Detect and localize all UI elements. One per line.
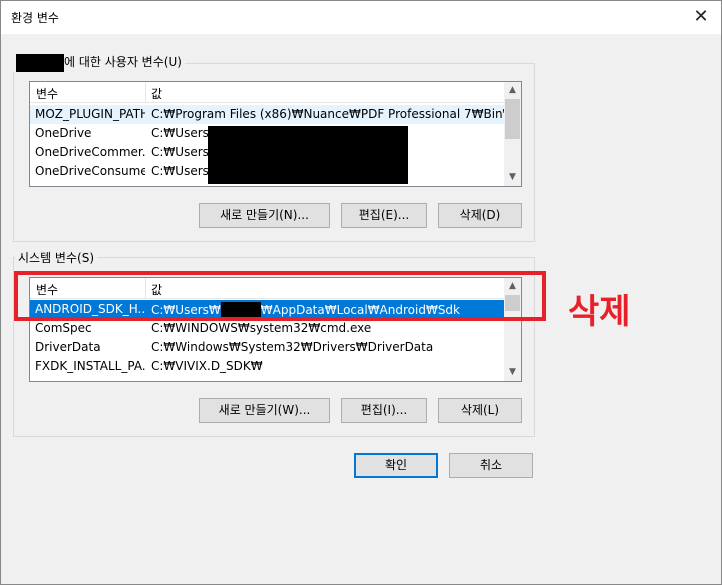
list-item[interactable]: DriverData C:₩Windows₩System32₩Drivers₩D… xyxy=(30,338,504,357)
scroll-up-icon[interactable]: ▲ xyxy=(504,82,521,99)
user-edit-button[interactable]: 편집(E)... xyxy=(341,203,427,228)
redacted-block xyxy=(208,126,408,184)
user-new-button[interactable]: 새로 만들기(N)... xyxy=(199,203,330,228)
list-item[interactable]: MOZ_PLUGIN_PATH C:₩Program Files (x86)₩N… xyxy=(30,105,515,124)
close-icon[interactable]: ✕ xyxy=(689,5,713,29)
redacted-username xyxy=(16,53,64,72)
vertical-scrollbar[interactable]: ▲ ▼ xyxy=(504,82,521,186)
scroll-down-icon[interactable]: ▼ xyxy=(504,169,521,186)
user-variables-label: 에 대한 사용자 변수(U) xyxy=(64,55,182,69)
annotation-label: 삭제 xyxy=(568,292,631,332)
scrollbar-thumb[interactable] xyxy=(505,99,520,139)
scroll-down-icon[interactable]: ▼ xyxy=(504,364,521,381)
ok-button[interactable]: 확인 xyxy=(354,453,438,478)
list-header: 변수 값 xyxy=(30,82,521,103)
system-edit-button[interactable]: 편집(I)... xyxy=(341,398,427,423)
system-delete-button[interactable]: 삭제(L) xyxy=(438,398,522,423)
annotation-highlight-box xyxy=(14,271,546,321)
window-title: 환경 변수 xyxy=(11,11,59,25)
user-variables-list[interactable]: 변수 값 MOZ_PLUGIN_PATH C:₩Program Files (x… xyxy=(29,81,522,187)
column-header-variable[interactable]: 변수 xyxy=(36,85,58,102)
cancel-button[interactable]: 취소 xyxy=(449,453,533,478)
system-new-button[interactable]: 새로 만들기(W)... xyxy=(199,398,330,423)
user-variables-label-wrap: 에 대한 사용자 변수(U) xyxy=(13,53,185,72)
title-bar[interactable]: 환경 변수 ✕ xyxy=(1,1,721,34)
system-variables-label: 시스템 변수(S) xyxy=(15,249,97,266)
user-delete-button[interactable]: 삭제(D) xyxy=(438,203,522,228)
list-item[interactable]: ComSpec C:₩WINDOWS₩system32₩cmd.exe xyxy=(30,319,504,338)
list-item[interactable]: FXDK_INSTALL_PA... C:₩VIVIX.D_SDK₩ xyxy=(30,357,504,376)
column-header-value[interactable]: 값 xyxy=(151,85,162,102)
